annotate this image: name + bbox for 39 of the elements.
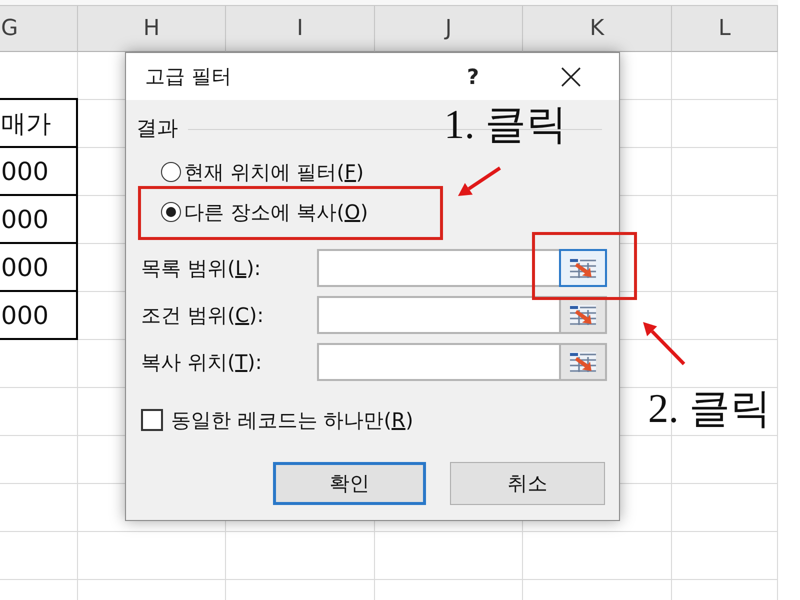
- cancel-button[interactable]: 취소: [450, 462, 605, 505]
- table-cell: 매가: [0, 98, 78, 148]
- pointer-arrow: [458, 166, 501, 196]
- column-header[interactable]: K: [523, 6, 672, 52]
- close-icon: [561, 66, 581, 86]
- table-cell: 000: [0, 244, 78, 292]
- table-cell: 000: [0, 148, 78, 196]
- column-header[interactable]: H: [78, 6, 226, 52]
- checkbox[interactable]: [141, 409, 163, 431]
- field-label: 조건 범위(C):: [141, 303, 265, 327]
- step-label: 2. 클릭: [648, 384, 771, 432]
- option-label[interactable]: 다른 장소에 복사(O): [184, 200, 368, 224]
- column-header[interactable]: G: [0, 6, 78, 52]
- range-select-button[interactable]: [559, 249, 607, 287]
- range-select-button[interactable]: [559, 343, 607, 381]
- ok-button[interactable]: 확인: [273, 462, 426, 505]
- table-arrow-icon: [569, 304, 598, 326]
- step-label: 1. 클릭: [444, 100, 567, 148]
- table-arrow-icon: [569, 257, 598, 279]
- radio-button[interactable]: [161, 202, 181, 222]
- column-header[interactable]: J: [375, 6, 523, 52]
- column-header[interactable]: L: [672, 6, 778, 52]
- help-button[interactable]: ?: [453, 58, 493, 94]
- range-input[interactable]: [317, 249, 560, 287]
- checkbox-label[interactable]: 동일한 레코드는 하나만(R): [171, 408, 414, 432]
- range-input[interactable]: [317, 343, 560, 381]
- table-cell: 000: [0, 292, 78, 340]
- pointer-arrow: [643, 322, 686, 366]
- group-label: 결과: [136, 115, 178, 142]
- radio-button[interactable]: [161, 162, 181, 182]
- field-label: 목록 범위(L):: [141, 256, 262, 280]
- option-label[interactable]: 현재 위치에 필터(F): [184, 160, 364, 184]
- range-select-button[interactable]: [559, 296, 607, 334]
- column-header[interactable]: I: [226, 6, 375, 52]
- dialog-title: 고급 필터: [145, 63, 232, 90]
- range-input[interactable]: [317, 296, 560, 334]
- table-arrow-icon: [569, 351, 598, 373]
- table-cell: 000: [0, 196, 78, 244]
- field-label: 복사 위치(T):: [141, 350, 263, 374]
